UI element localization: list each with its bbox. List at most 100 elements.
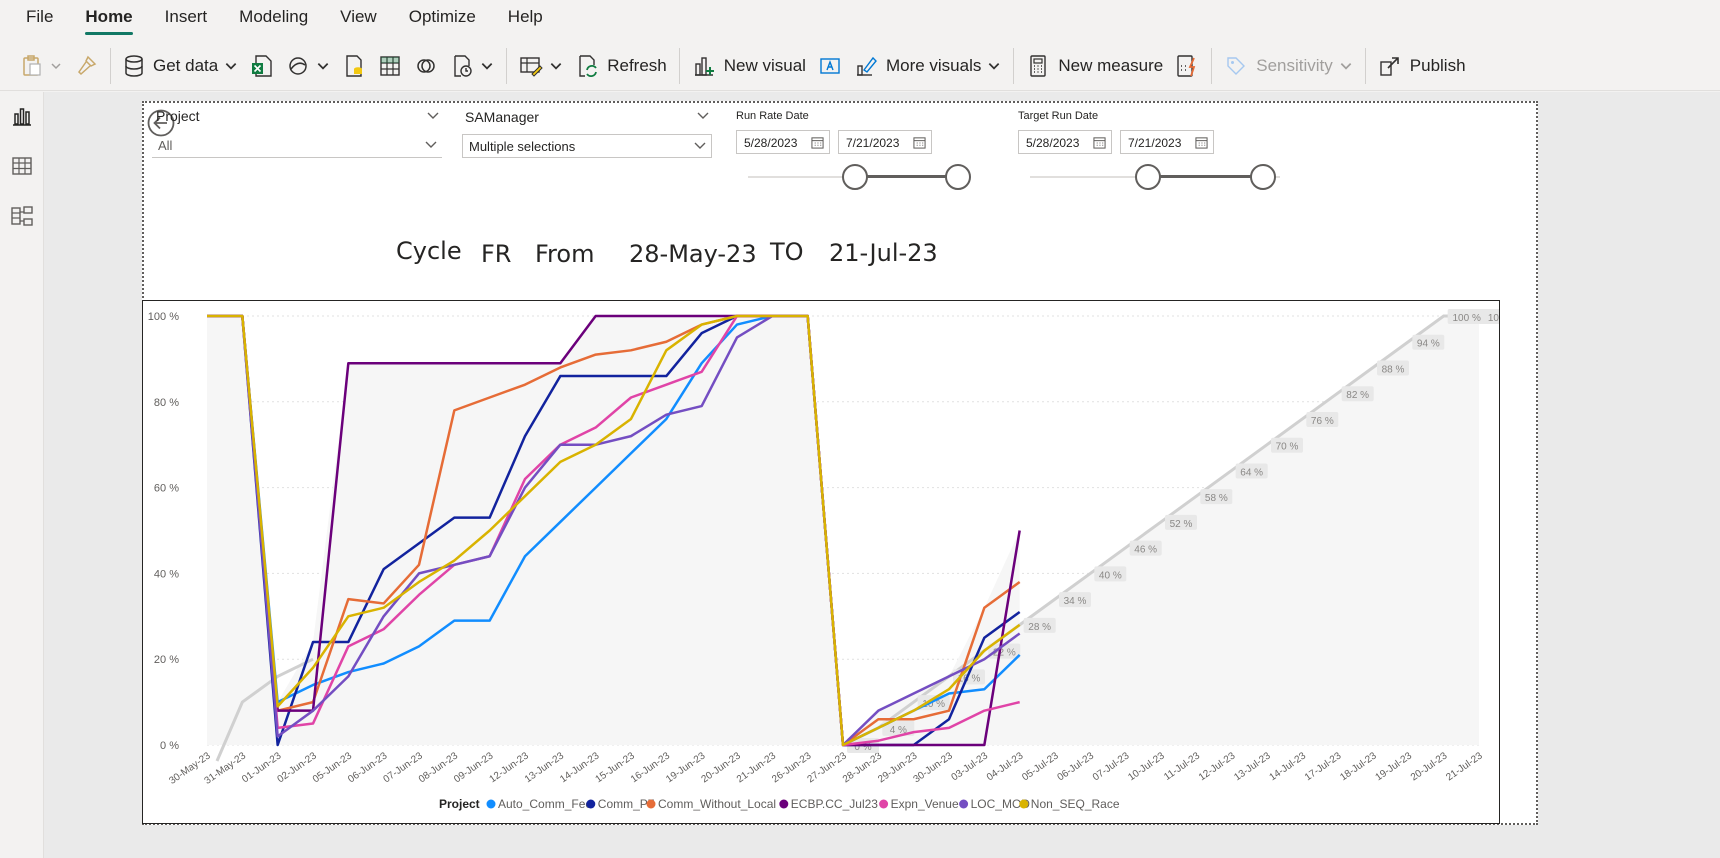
- menu-file[interactable]: File: [14, 7, 65, 38]
- chevron-down-icon: [51, 62, 61, 69]
- data-label: 64 %: [1240, 467, 1263, 478]
- ribbon-toolbar: Get data Refresh New visual More visuals: [0, 41, 1720, 91]
- publish-button[interactable]: Publish: [1372, 46, 1472, 86]
- more-visuals-label: More visuals: [885, 55, 982, 75]
- chevron-down-icon: [1340, 62, 1352, 70]
- calendar-icon: [913, 137, 926, 149]
- quick-measure-button[interactable]: [1169, 46, 1205, 86]
- sensitivity-button[interactable]: Sensitivity: [1218, 46, 1359, 86]
- run-rate-slider-start-handle[interactable]: [842, 164, 868, 190]
- enter-data-button[interactable]: [372, 46, 408, 86]
- x-tick-label: 18-Jul-23: [1338, 750, 1379, 783]
- menu-home[interactable]: Home: [73, 7, 144, 38]
- x-tick-label: 30-Jun-23: [912, 750, 956, 785]
- menu-view[interactable]: View: [328, 7, 389, 38]
- legend-entry: Expn_Venue: [891, 797, 959, 811]
- recent-sources-button[interactable]: [444, 46, 500, 86]
- line-chart-visual[interactable]: 0 % 20 % 40 % 60 % 80 % 100 % 30-May-23 31-May-…: [142, 300, 1521, 824]
- legend-marker: [879, 799, 889, 809]
- target-run-start-date[interactable]: 5/28/2023: [1018, 130, 1112, 154]
- heading-cycle: Cycle: [396, 237, 462, 265]
- run-rate-end-value: 7/21/2023: [846, 136, 900, 150]
- legend-entry: ECBP.CC_Jul23: [791, 797, 878, 811]
- menu-help[interactable]: Help: [496, 7, 555, 38]
- model-view-icon[interactable]: [10, 204, 34, 228]
- x-tick-label: 19-Jul-23: [1374, 750, 1415, 783]
- table-icon: [380, 55, 400, 76]
- chevron-down-icon: [550, 62, 562, 70]
- y-tick-label: 100 %: [148, 311, 179, 323]
- samanager-slicer-value: Multiple selections: [469, 139, 576, 154]
- onelake-button[interactable]: [280, 46, 336, 86]
- project-slicer-value: All: [158, 138, 173, 153]
- chevron-down-icon: [481, 62, 493, 70]
- new-measure-label: New measure: [1058, 55, 1164, 75]
- ribbon-divider: [506, 47, 508, 84]
- menu-optimize[interactable]: Optimize: [397, 7, 488, 38]
- target-run-slider-start-handle[interactable]: [1135, 164, 1161, 190]
- heading-to-date: 21-Jul-23: [829, 239, 938, 267]
- legend-title: Project: [439, 797, 480, 811]
- dataverse-button[interactable]: [408, 46, 444, 86]
- report-view-icon[interactable]: [10, 104, 34, 128]
- sql-server-button[interactable]: [336, 46, 372, 86]
- more-visuals-button[interactable]: More visuals: [848, 46, 1007, 86]
- onelake-icon: [289, 56, 307, 75]
- get-data-button[interactable]: Get data: [117, 46, 244, 86]
- data-label: 28 %: [1028, 622, 1051, 633]
- target-run-end-date[interactable]: 7/21/2023: [1120, 130, 1214, 154]
- transform-data-button[interactable]: [513, 46, 569, 86]
- y-tick-label: 80 %: [154, 397, 179, 409]
- chevron-down-icon: [694, 142, 706, 149]
- menu-modeling[interactable]: Modeling: [227, 7, 320, 38]
- table-view-icon[interactable]: [10, 154, 34, 178]
- new-visual-button[interactable]: New visual: [686, 46, 812, 86]
- x-tick-label: 13-Jul-23: [1232, 750, 1273, 783]
- dataverse-icon: [417, 58, 435, 73]
- legend-marker: [959, 799, 969, 809]
- excel-button[interactable]: [244, 46, 280, 86]
- line-chart: 0 %20 %40 %60 %80 %100 %30-May-2331-May-…: [148, 309, 1521, 811]
- x-tick-label: 11-Jul-23: [1162, 750, 1202, 783]
- samanager-slicer-title: SAManager: [465, 109, 539, 125]
- project-slicer-dropdown[interactable]: All: [152, 134, 442, 158]
- refresh-button[interactable]: Refresh: [569, 46, 673, 86]
- data-label: 52 %: [1170, 519, 1193, 530]
- run-rate-start-date[interactable]: 5/28/2023: [736, 130, 830, 154]
- text-box-button[interactable]: [812, 46, 848, 86]
- paste-button[interactable]: [14, 46, 68, 86]
- legend-marker: [779, 799, 789, 809]
- format-painter-button[interactable]: [68, 46, 104, 86]
- data-label: 100 %: [1452, 313, 1480, 324]
- legend-entry: Comm_P7: [598, 797, 655, 811]
- y-tick-label: 20 %: [154, 654, 179, 666]
- run-rate-end-date[interactable]: 7/21/2023: [838, 130, 932, 154]
- samanager-slicer-dropdown[interactable]: Multiple selections: [462, 134, 712, 158]
- x-tick-label: 10-Jul-23: [1126, 750, 1167, 783]
- x-tick-label: 12-Jul-23: [1197, 750, 1238, 783]
- legend-marker: [586, 799, 596, 809]
- x-tick-label: 03-Jul-23: [950, 750, 991, 783]
- calendar-icon: [811, 137, 824, 149]
- refresh-label: Refresh: [607, 55, 667, 75]
- database-icon: [125, 54, 143, 77]
- target-run-start-value: 5/28/2023: [1026, 136, 1080, 150]
- x-tick-label: 06-Jul-23: [1056, 750, 1097, 783]
- menu-insert[interactable]: Insert: [153, 7, 220, 38]
- quick-measure-icon: [1177, 54, 1196, 77]
- legend-entry: Auto_Comm_Fee: [498, 797, 592, 811]
- run-rate-slider-end-handle[interactable]: [945, 164, 971, 190]
- x-tick-label: 04-Jul-23: [985, 750, 1026, 783]
- ribbon-divider: [678, 47, 680, 84]
- ribbon-divider: [1364, 47, 1366, 84]
- new-measure-button[interactable]: New measure: [1020, 46, 1169, 86]
- target-run-slider-end-handle[interactable]: [1250, 164, 1276, 190]
- transform-icon: [520, 56, 543, 77]
- clock-document-icon: [454, 54, 472, 77]
- chevron-down-icon[interactable]: [696, 110, 710, 122]
- x-tick-label: 07-Jul-23: [1091, 750, 1132, 783]
- menu-bar: File Home Insert Modeling View Optimize …: [0, 0, 1720, 38]
- x-tick-label: 14-Jul-23: [1268, 750, 1309, 783]
- chevron-down-icon[interactable]: [426, 110, 440, 122]
- heading-cycle-value: FR: [481, 240, 512, 268]
